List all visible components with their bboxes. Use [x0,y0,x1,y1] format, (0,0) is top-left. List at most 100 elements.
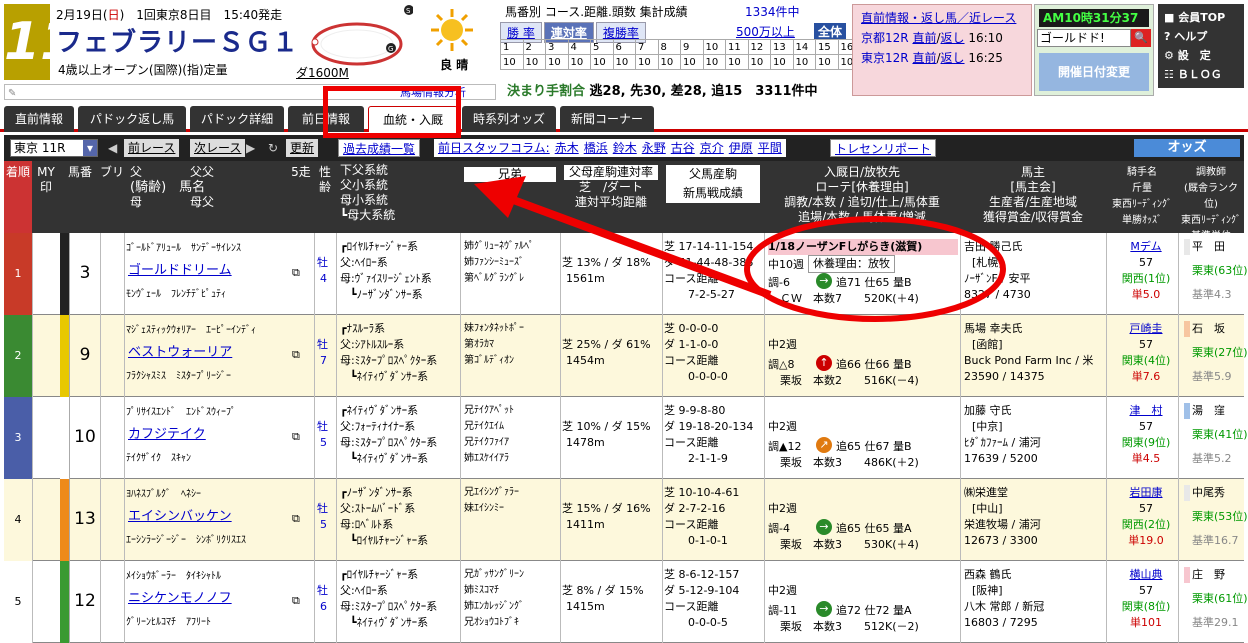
horse-name-link[interactable]: ゴールドドリーム [128,263,278,279]
grid-cell: 10 [815,54,839,70]
tab-chokuzen[interactable]: 直前情報 [4,106,74,132]
divider [100,561,101,643]
lineage-4: ┗ﾉｰｻﾞﾝﾀﾞﾝｻｰ系 [350,288,423,301]
svg-text:G: G [388,45,393,53]
all-button[interactable]: 全体 [814,23,847,40]
sibling-1: 妹ﾌｫﾝﾀﾈｯﾄﾎﾟｰ [464,323,524,334]
grid-cell: 13 [770,39,794,55]
jockey-link[interactable]: 岩田康 [1116,485,1176,501]
horse-name-link[interactable]: エイシンバッケン [128,509,278,525]
jockey-weight: 57 [1139,420,1153,433]
chevron-left-icon[interactable]: ◀ [108,139,117,157]
divider [764,397,765,479]
chokuzen-link[interactable]: 直前 [912,51,936,65]
divider [460,479,461,561]
sun-icon [431,9,473,51]
grid-cell: 9 [680,39,704,55]
trainer-rank: 栗東(53位) [1192,510,1248,523]
dam-line: ﾓﾝｳﾞｪｰﾙ ﾌﾚﾝﾁﾃﾞﾋﾟｭﾃｨ [126,289,226,300]
training-score: 追65 仕67 量B [836,440,912,453]
amount-link[interactable]: 500万以上 [736,23,795,40]
new-3: コース距離 [664,436,719,449]
tab-paddock-detail[interactable]: パドック詳細 [190,106,284,132]
menu-item-help[interactable]: ? ヘルプ [1164,27,1238,46]
jockey-link[interactable]: 戸崎圭 [1116,321,1176,337]
search-input[interactable]: ゴールドド! [1037,29,1131,47]
jockey-link[interactable]: Mデム [1116,239,1176,255]
jockey-weight: 57 [1139,256,1153,269]
jockey-link[interactable]: 津 村 [1116,403,1176,419]
divider [124,233,125,315]
hdr-line: [馬主会] [1010,180,1056,194]
owner-club: [中京] [972,420,1003,433]
owner-club: [阪神] [972,584,1003,597]
sire-line: ﾖﾊﾈｽﾌﾞﾙｸﾞ ﾍﾈｼｰ [126,489,201,500]
trend-arrow-icon: ↑ [816,355,832,371]
training-course: 栗坂 本数3 [780,538,842,551]
umaban-stats-grid: 1 2 3 4 5 6 7 8 9 10 11 12 13 14 15 16 10 10 10 10 10 10 10 10 1… [500,39,861,70]
odds-button[interactable]: オッズ [1134,139,1240,157]
menu-item-settings[interactable]: ⚙ 設 定 [1164,46,1238,65]
weather-label: 良 晴 [440,58,469,72]
horse-name-link[interactable]: ベストウォーリア [128,345,278,361]
race-number-badge: 11 [4,4,76,80]
kaeshi-link[interactable]: 返し [941,31,965,45]
trainer-base: 基準4.3 [1192,288,1232,301]
update-button[interactable]: 更新 [286,139,319,157]
age-label: 5 [320,436,327,449]
race-select[interactable]: 東京 11R ▾ [10,139,98,157]
grid-cell: 10 [612,54,636,70]
trainer-name: 湯 窪 [1192,404,1225,417]
horse-name-link[interactable]: ニシケンモノノフ [128,591,278,607]
prev-race-button[interactable]: 前レース [124,139,180,157]
tab-paddock-kaeshi[interactable]: パドック返し馬 [78,106,186,132]
chevron-right-icon[interactable]: ▶ [246,139,255,157]
menu-item-top[interactable]: ■ 会員TOP [1164,8,1238,27]
lineage-2: 父:ﾌｫｰﾃｨﾅｲﾅｰ系 [340,420,416,433]
change-date-button[interactable]: 開催日付変更 [1039,53,1149,91]
col-jockey: 騎手名 斤量 東西ﾘｰﾃﾞｨﾝｸﾞ 単勝ｵｯｽﾞ [1106,161,1178,233]
hdr-line: 調教/本数 / 追切/仕上/馬体重 [784,195,940,209]
refresh-icon[interactable]: ↻ [268,139,278,157]
kaeshi-link[interactable]: 返し [941,51,965,65]
divider [662,315,663,397]
divider [336,479,337,561]
trainer-color [1184,321,1190,337]
divider [764,315,765,397]
lineage-3: 母:ﾐｽﾀｰﾌﾟﾛｽﾍﾟｸﾀｰ系 [340,436,438,449]
waku-color [60,233,70,315]
menu-item-blog[interactable]: ☷ ＢＬＯＧ [1164,65,1238,84]
past-results-button[interactable]: 過去成績一覧 [338,139,421,157]
popup-icon[interactable]: ⧉ [292,429,300,445]
next-race-button[interactable]: 次レース [190,139,246,157]
trainer-rank: 栗東(61位) [1192,592,1248,605]
divider [124,561,125,643]
prize: 12673 / 3300 [964,534,1038,547]
jockey-rank: 関東(4位) [1121,354,1171,367]
chokuzen-link[interactable]: 直前 [912,31,936,45]
divider [32,233,33,315]
age-label: 5 [320,518,327,531]
tracen-report-button[interactable]: トレセンリポート [830,139,937,157]
avg-distance: 1478m [566,436,605,449]
jockey-link[interactable]: 横山典 [1116,567,1176,583]
side-panel-title[interactable]: 直前情報・返し馬／近レース [861,8,1023,28]
popup-icon[interactable]: ⧉ [292,265,300,281]
trend-arrow-icon: → [816,601,832,617]
sibling-1: 兄ｴｲｼﾝｸﾞｧﾗｰ [464,487,519,498]
side-race-panel: 直前情報・返し馬／近レース 京都12R 直前/返し 16:10 東京12R 直前… [852,4,1032,96]
umaban: 13 [74,509,96,529]
sire-line: ﾌﾟﾘｻｲｽｴﾝﾄﾞ ｴﾝﾄﾞｽｳｨｰﾌﾟ [126,407,236,418]
trainer-base: 基準29.1 [1192,616,1239,629]
divider [560,315,561,397]
race-select-value: 東京 11R [14,141,66,155]
grid-cell: 5 [590,39,614,55]
horse-name-link[interactable]: カフジテイク [128,427,278,443]
search-icon[interactable]: 🔍 [1131,29,1151,47]
popup-icon[interactable]: ⧉ [292,593,300,609]
popup-icon[interactable]: ⧉ [292,347,300,363]
training-score: 追66 仕66 量B [836,358,912,371]
popup-icon[interactable]: ⧉ [292,511,300,527]
waku-color [60,397,70,479]
body-weight: 530K(＋4) [864,538,919,551]
